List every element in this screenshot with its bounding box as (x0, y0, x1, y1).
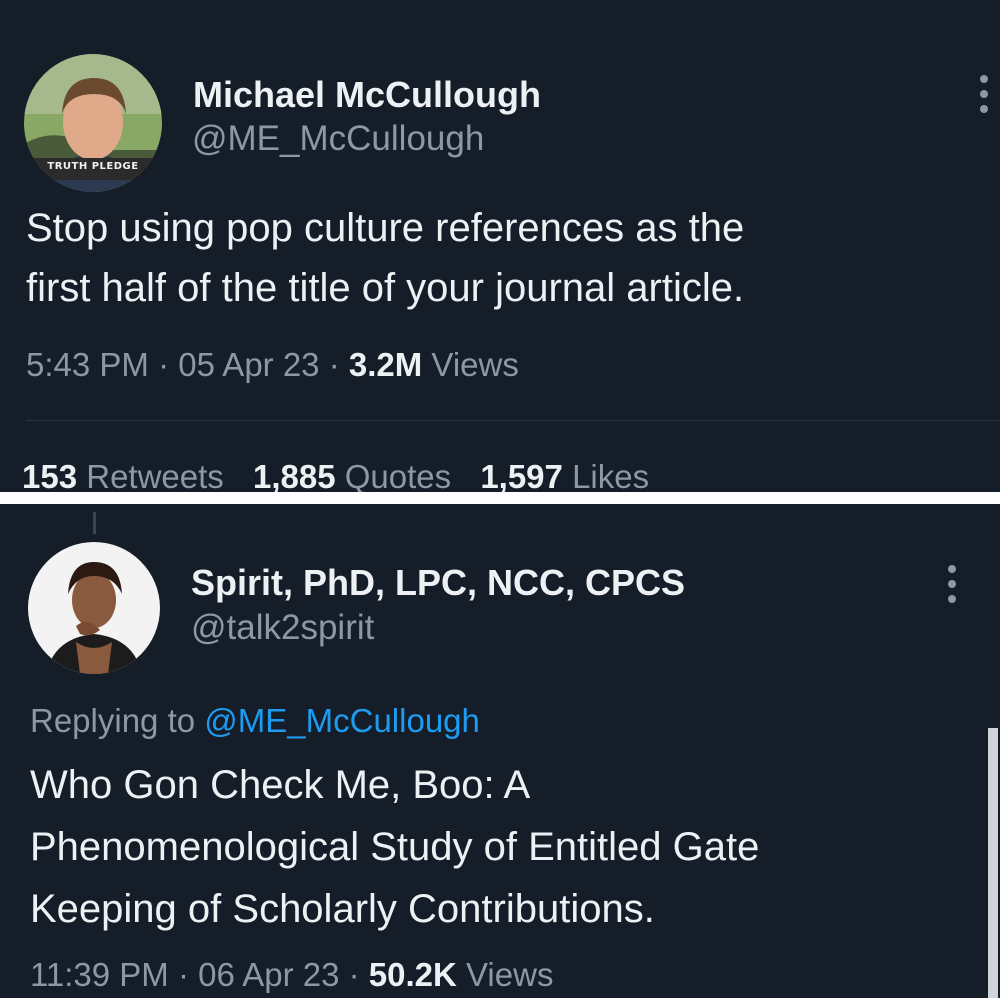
quotes-count: 1,885 (252, 458, 336, 492)
views-count: 3.2M (348, 346, 423, 383)
reply-meta: 11:39 PM · 06 Apr 23 · 50.2K Views (30, 956, 553, 994)
tweet-time[interactable]: 5:43 PM (26, 346, 149, 383)
retweets-label: Retweets (86, 458, 224, 492)
reply-views-label[interactable]: Views (466, 956, 553, 993)
meta-separator: · (348, 956, 360, 993)
tweet-text-line: first half of the title of your journal … (26, 266, 745, 310)
avatar-badge-text: TRUTH PLEDGE (47, 161, 139, 172)
meta-separator: · (158, 346, 170, 383)
quotes-label: Quotes (344, 458, 452, 492)
quotes-stat[interactable]: 1,885 Quotes (253, 458, 451, 492)
engagement-stats: 153 Retweets 1,885 Quotes 1,597 Likes (22, 458, 669, 492)
more-vertical-icon[interactable] (946, 562, 958, 606)
meta-separator: · (177, 956, 189, 993)
replying-to-label: Replying to (30, 702, 196, 739)
meta-separator: · (328, 346, 340, 383)
reply-author-handle[interactable]: @talk2spirit (191, 608, 374, 648)
reply-author-avatar[interactable] (28, 542, 160, 674)
author-handle[interactable]: @ME_McCullough (192, 119, 484, 159)
original-tweet: TRUTH PLEDGE Michael McCullough @ME_McCu… (0, 0, 1000, 492)
replying-to: Replying to @ME_McCullough (30, 702, 480, 740)
tweet-meta: 5:43 PM · 05 Apr 23 · 3.2M Views (26, 346, 519, 384)
likes-label: Likes (572, 458, 650, 492)
reply-text-line: Who Gon Check Me, Boo: A (30, 763, 531, 807)
tweet-date[interactable]: 05 Apr 23 (178, 346, 319, 383)
scrollbar[interactable] (988, 728, 998, 998)
reply-text-line: Phenomenological Study of Entitled Gate (30, 825, 760, 869)
reply-author-name[interactable]: Spirit, PhD, LPC, NCC, CPCS (191, 562, 685, 604)
likes-count: 1,597 (480, 458, 563, 492)
reply-time[interactable]: 11:39 PM (30, 956, 169, 993)
divider (26, 420, 1000, 421)
retweets-count: 153 (22, 458, 78, 492)
reply-author-avatar-image (28, 542, 160, 674)
reply-text-line: Keeping of Scholarly Contributions. (30, 887, 655, 931)
more-vertical-icon[interactable] (978, 72, 990, 116)
author-avatar[interactable]: TRUTH PLEDGE (24, 54, 162, 192)
author-name[interactable]: Michael McCullough (193, 74, 541, 116)
thread-connector (93, 512, 96, 534)
reply-tweet: Spirit, PhD, LPC, NCC, CPCS @talk2spirit… (0, 504, 1000, 998)
reply-text: Who Gon Check Me, Boo: A Phenomenologica… (30, 754, 759, 940)
views-label[interactable]: Views (431, 346, 518, 383)
tweet-text-line: Stop using pop culture references as the (26, 206, 745, 250)
replying-to-mention[interactable]: @ME_McCullough (204, 702, 480, 739)
reply-views-count: 50.2K (368, 956, 457, 993)
tweet-text: Stop using pop culture references as the… (26, 198, 744, 318)
likes-stat[interactable]: 1,597 Likes (480, 458, 649, 492)
retweets-stat[interactable]: 153 Retweets (22, 458, 224, 492)
reply-date[interactable]: 06 Apr 23 (198, 956, 339, 993)
